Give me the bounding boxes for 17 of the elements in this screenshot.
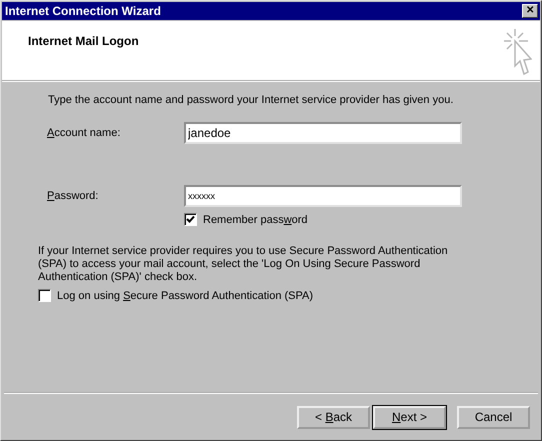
remember-password-label: Remember password bbox=[203, 214, 308, 226]
account-name-label: Account name: bbox=[47, 127, 122, 139]
window-title: Internet Connection Wizard bbox=[5, 4, 161, 18]
checkbox[interactable] bbox=[38, 289, 51, 302]
sparkle-cursor-icon bbox=[502, 28, 532, 76]
wizard-button[interactable]: Cancel bbox=[457, 406, 530, 428]
spa-label: Log on using Secure Password Authentication (SPA) bbox=[57, 290, 314, 302]
page-title: Internet Mail Logon bbox=[28, 34, 139, 48]
close-button[interactable]: ✕ bbox=[522, 4, 538, 18]
instruction-text: Type the account name and password your Internet service provider has given you. bbox=[48, 94, 454, 108]
account-name-field[interactable]: janedoe bbox=[184, 122, 462, 144]
checkbox[interactable] bbox=[184, 213, 197, 226]
password-label: Password: bbox=[47, 190, 100, 202]
wizard-button[interactable]: < Back bbox=[297, 406, 370, 428]
spa-description: If your Internet service provider requires you to use Secure Password Authentication (SPA) to access your mail account, select the 'Log On Using Secure Password Authentication (SPA)' check box. bbox=[38, 245, 449, 284]
password-field[interactable]: xxxxxx bbox=[184, 185, 462, 207]
wizard-button[interactable]: Next > bbox=[373, 406, 446, 428]
